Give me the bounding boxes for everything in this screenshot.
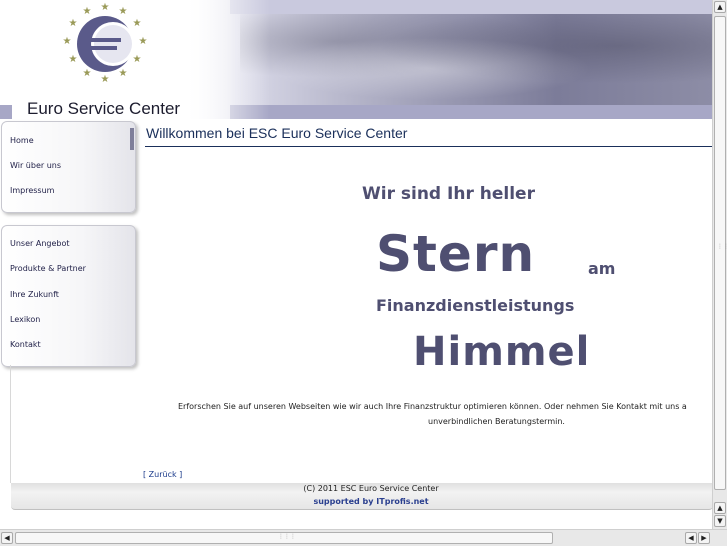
sidebar-item-kontakt[interactable]: Kontakt [10,340,41,349]
slogan-line-1: Wir sind Ihr heller [362,184,535,204]
page-title: Willkommen bei ESC Euro Service Center [146,125,408,141]
copyright-text: (C) 2011 ESC Euro Service Center [303,484,439,493]
euro-stars-logo-icon: ★ ★ ★ ★ ★ ★ ★ ★ ★ ★ ★ ★ [63,2,148,85]
header-bottom-band [230,105,713,119]
sidebar-item-home[interactable]: Home [10,136,34,145]
svg-text:★: ★ [119,68,128,79]
grip-icon: ⋮⋮⋮ [278,533,296,540]
svg-text:★: ★ [69,18,78,29]
title-divider [145,146,712,147]
svg-text:★: ★ [133,54,142,65]
svg-text:★: ★ [83,68,92,79]
sidebar-item-ihre-zukunft[interactable]: Ihre Zukunft [10,290,59,299]
header-banner: ★ ★ ★ ★ ★ ★ ★ ★ ★ ★ ★ ★ Euro Service Cen… [0,0,713,119]
sidebar-item-lexikon[interactable]: Lexikon [10,315,40,324]
grip-icon: ⋮⋮ [717,243,727,250]
sidebar-item-unser-angebot[interactable]: Unser Angebot [10,239,70,248]
coins-background-image [240,14,713,105]
svg-text:★: ★ [69,54,78,65]
sidebar-item-impressum[interactable]: Impressum [10,186,54,195]
intro-text-line-1: Erforschen Sie auf unseren Webseiten wie… [178,402,687,411]
svg-text:★: ★ [101,74,110,85]
active-item-marker [130,128,134,150]
arrow-left-icon[interactable]: ◀ [685,532,697,544]
sidebar-menu-group-2: Unser Angebot Produkte & Partner Ihre Zu… [1,225,136,367]
sidebar-menu-group-1: Home Wir über uns Impressum [1,121,136,213]
svg-text:★: ★ [133,18,142,29]
header-fade [180,0,270,119]
header-top-band [230,0,713,14]
svg-text:★: ★ [139,36,148,47]
arrow-down-icon[interactable]: ▼ [714,515,726,527]
svg-text:★: ★ [101,2,110,13]
sidebar-item-produkte-partner[interactable]: Produkte & Partner [10,264,86,273]
arrow-right-icon[interactable]: ▶ [698,532,710,544]
back-link[interactable]: [ Zurück ] [143,470,182,479]
arrow-left-icon[interactable]: ◀ [1,532,13,544]
slogan-word-stern: Stern [376,225,536,283]
supported-by-link[interactable]: supported by ITprofis.net [20,497,722,506]
intro-text-line-2: unverbindlichen Beratungstermin. [428,417,565,426]
horizontal-scroll-thumb[interactable]: ⋮⋮⋮ [15,532,553,544]
svg-text:★: ★ [119,6,128,17]
slogan-word-himmel: Himmel [413,329,591,375]
sidebar-item-wir-ueber-uns[interactable]: Wir über uns [10,161,61,170]
content-left-border [10,365,11,483]
arrow-up-icon[interactable]: ▲ [714,502,726,514]
arrow-up-icon[interactable]: ▲ [714,1,726,13]
vertical-scrollbar[interactable]: ▲ ⋮⋮ ▲ ▼ [712,0,727,529]
slogan-line-finanzdienstleistungs: Finanzdienstleistungs [376,296,575,315]
footer: (C) 2011 ESC Euro Service Center support… [11,483,713,510]
svg-text:★: ★ [63,36,72,47]
svg-text:★: ★ [83,6,92,17]
header-left-band [0,105,12,119]
horizontal-scrollbar[interactable]: ◀ ⋮⋮⋮ ◀ ▶ [0,529,727,546]
logo-text: Euro Service Center [27,99,181,118]
slogan-word-am: am [588,259,616,278]
vertical-scroll-thumb[interactable]: ⋮⋮ [714,16,727,490]
